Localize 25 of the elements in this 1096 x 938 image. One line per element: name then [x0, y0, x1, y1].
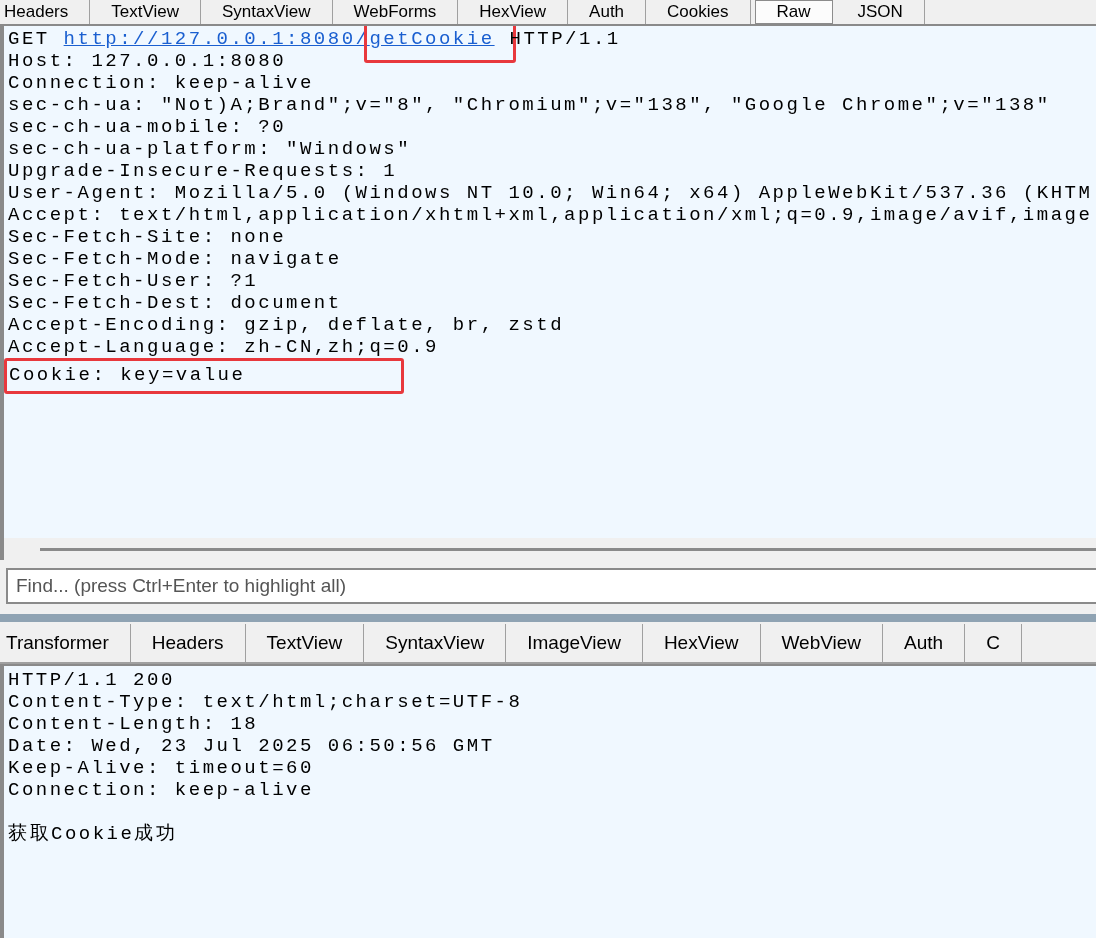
response-line: HTTP/1.1 200 [8, 669, 176, 691]
tab[interactable]: Raw [754, 0, 833, 24]
header-line: Connection: keep-alive [8, 72, 315, 94]
find-field[interactable]: Find... (press Ctrl+Enter to highlight all) [6, 568, 1096, 604]
response-line: Connection: keep-alive [8, 779, 315, 801]
request-text: GET [8, 28, 51, 50]
header-line: sec-ch-ua: "Not)A;Brand";v="8", "Chromium";v="138", "Google Chrome";v="138" [8, 94, 1052, 116]
header-line: Sec-Fetch-User: ?1 [8, 270, 260, 292]
response-body: 获取Cookie成功 [8, 823, 179, 845]
header-line: Host: 127.0.0.1:8080 [8, 50, 288, 72]
header-line: User-Agent: Mozilla/5.0 (Windows NT 10.0; Win64; x64) AppleWebKit/537.36 (KHTM [8, 182, 1094, 204]
horizontal-scrollbar[interactable] [0, 538, 1096, 560]
header-line: Accept: text/html,application/xhtml+xml,application/xml;q=0.9,image/avif,image [8, 204, 1094, 226]
response-line: Date: Wed, 23 Jul 2025 06:50:56 GMT [8, 735, 496, 757]
header-line: Sec-Fetch-Mode: navigate [8, 248, 343, 270]
header-line: sec-ch-ua-platform: "Windows" [8, 138, 413, 160]
response-line: Content-Length: 18 [8, 713, 260, 735]
header-line: Accept-Language: zh-CN,zh;q=0.9 [8, 336, 440, 358]
header-line: Sec-Fetch-Dest: document [8, 292, 343, 314]
response-line: Content-Type: text/html;charset=UTF-8 [8, 691, 524, 713]
header-line: sec-ch-ua-mobile: ?0 [8, 116, 288, 138]
header-line: Accept-Encoding: gzip, deflate, br, zstd [8, 314, 566, 336]
header-line: Sec-Fetch-Site: none [8, 226, 288, 248]
response-line: Keep-Alive: timeout=60 [8, 757, 315, 779]
header-line: Upgrade-Insecure-Requests: 1 [8, 160, 399, 182]
